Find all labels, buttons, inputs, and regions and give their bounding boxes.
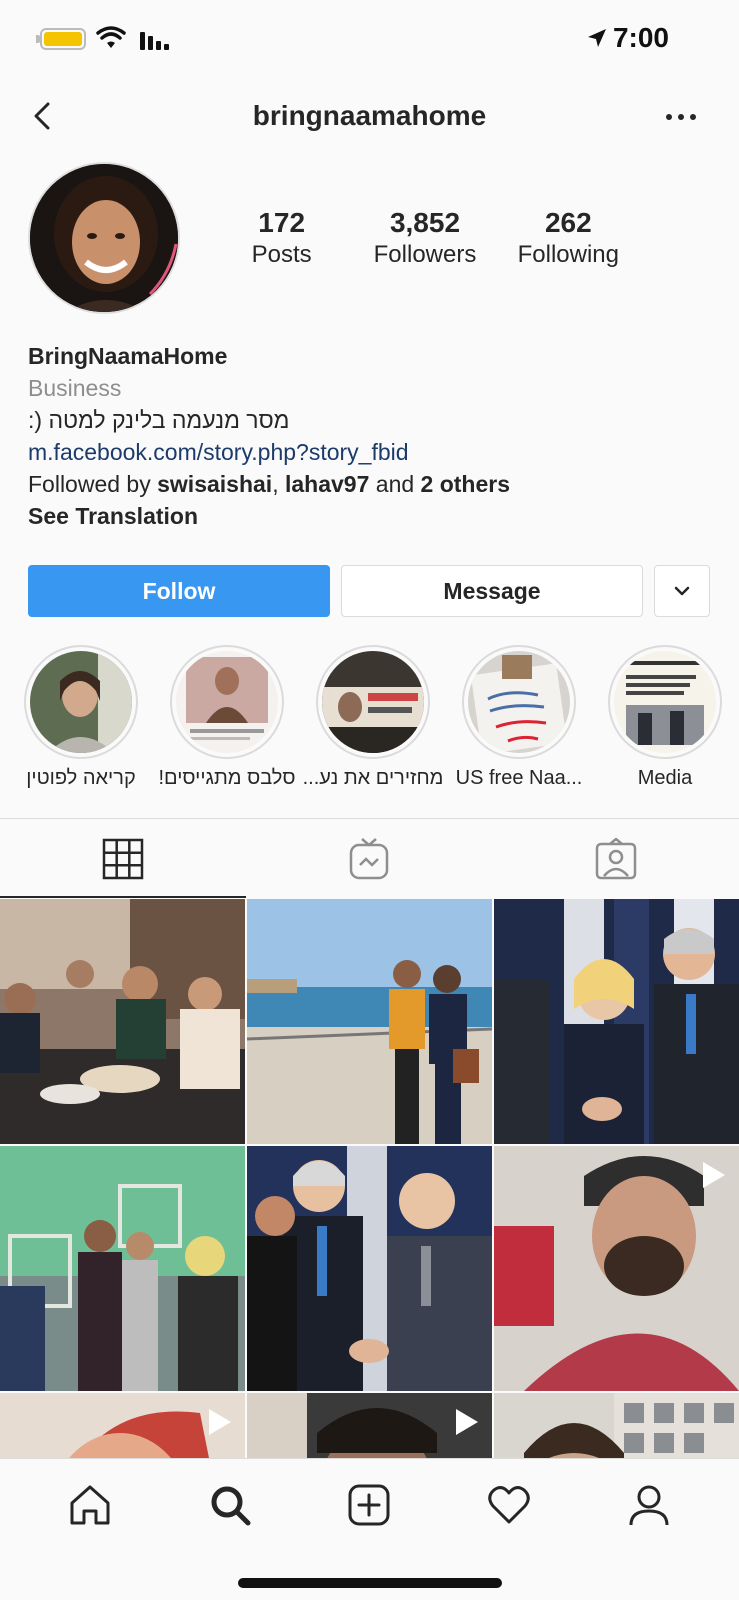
highlight-item[interactable]: US free Naa... <box>446 645 592 790</box>
post-thumbnail-video[interactable] <box>494 1146 739 1391</box>
home-icon <box>70 1485 110 1525</box>
play-icon <box>456 1409 478 1435</box>
profile-tabs <box>0 820 739 898</box>
bio-text: מסר מנעמה בלינק למטה (: <box>28 407 290 433</box>
cellular-signal-icon <box>140 32 169 50</box>
play-icon <box>209 1409 231 1435</box>
stat-value: 172 <box>258 207 306 238</box>
highlight-label: סלבס מתגייסים! <box>158 767 296 789</box>
nav-home[interactable] <box>62 1477 118 1533</box>
nav-add[interactable] <box>341 1477 397 1533</box>
tagged-icon <box>595 838 637 880</box>
nav-profile[interactable] <box>621 1477 677 1533</box>
profile-stats: 172 Posts 3,852 Followers 262 Following <box>210 206 640 270</box>
followed-by-user: lahav97 <box>284 471 370 497</box>
home-indicator <box>238 1578 502 1588</box>
bottom-nav <box>0 1458 739 1600</box>
tab-tagged[interactable] <box>493 820 739 898</box>
page-title: bringnaamahome <box>252 100 487 131</box>
stat-followers[interactable]: 3,852 Followers <box>353 206 496 270</box>
heart-icon <box>488 1486 531 1524</box>
grid-icon <box>102 838 144 880</box>
active-tab-indicator <box>0 896 246 898</box>
location-arrow-icon <box>587 29 606 47</box>
followed-by-sep: , <box>272 471 285 497</box>
profile-header: bringnaamahome <box>0 86 739 150</box>
stat-value: 262 <box>544 207 592 238</box>
highlight-label: קריאה לפוטין <box>26 767 136 789</box>
followed-by-others: 2 others <box>420 471 511 497</box>
highlight-cover <box>30 651 132 753</box>
divider <box>0 818 739 819</box>
follow-button[interactable]: Follow <box>28 565 330 617</box>
stat-value: 3,852 <box>389 207 461 238</box>
message-button[interactable]: Message <box>341 565 643 617</box>
add-icon <box>348 1484 390 1526</box>
see-translation-link[interactable]: See Translation <box>28 500 718 532</box>
highlight-item[interactable]: Media <box>592 645 738 790</box>
nav-search[interactable] <box>202 1477 258 1533</box>
highlight-item[interactable]: סלבס מתגייסים! <box>154 645 300 790</box>
story-highlights: קריאה לפוטין סלבס מתגייסים! מחזירים את נ… <box>0 645 739 795</box>
tab-igtv[interactable] <box>246 820 492 898</box>
profile-icon <box>629 1485 669 1526</box>
highlight-item[interactable]: מחזירים את נע... <box>300 645 446 790</box>
profile-category: Business <box>28 375 122 401</box>
post-thumbnail[interactable] <box>247 1146 492 1391</box>
highlight-cover <box>468 651 570 753</box>
status-bar: 7:00 <box>0 0 739 80</box>
highlight-cover <box>176 651 278 753</box>
profile-bio: BringNaamaHome Business מסר מנעמה בלינק … <box>28 340 718 532</box>
search-icon <box>211 1486 251 1526</box>
stat-label: Followers <box>373 241 477 268</box>
highlight-label: מחזירים את נע... <box>302 767 444 789</box>
highlight-item[interactable]: קריאה לפוטין <box>8 645 154 790</box>
followed-by[interactable]: Followed by swisaishai, lahav97 and 2 ot… <box>28 468 718 500</box>
followed-by-user: swisaishai <box>157 471 273 497</box>
highlight-label: Media <box>637 767 693 789</box>
more-icon[interactable] <box>661 102 701 132</box>
wifi-icon <box>96 26 126 48</box>
profile-actions: Follow Message <box>28 565 710 617</box>
followed-by-prefix: Followed by <box>28 471 158 497</box>
highlight-label: US free Naa... <box>455 767 583 789</box>
post-thumbnail[interactable] <box>0 899 245 1144</box>
play-icon <box>703 1162 725 1188</box>
post-thumbnail[interactable] <box>0 1146 245 1391</box>
stat-label: Following <box>517 241 620 268</box>
status-time: 7:00 <box>612 22 669 53</box>
profile-name: BringNaamaHome <box>28 343 228 369</box>
stat-following[interactable]: 262 Following <box>497 206 640 270</box>
highlight-cover <box>614 651 716 753</box>
bio-link[interactable]: m.facebook.com/story.php?story_fbid <box>28 436 718 468</box>
post-thumbnail[interactable] <box>494 899 739 1144</box>
chevron-down-icon <box>674 586 690 596</box>
stat-label: Posts <box>251 241 312 268</box>
nav-activity[interactable] <box>481 1477 537 1533</box>
avatar[interactable] <box>28 162 180 314</box>
stat-posts[interactable]: 172 Posts <box>210 206 353 270</box>
battery-icon <box>40 28 86 50</box>
post-thumbnail[interactable] <box>247 899 492 1144</box>
followed-by-and: and <box>369 471 421 497</box>
suggested-dropdown-button[interactable] <box>654 565 710 617</box>
highlight-cover <box>322 651 424 753</box>
tab-grid[interactable] <box>0 820 246 898</box>
igtv-icon <box>350 838 389 880</box>
